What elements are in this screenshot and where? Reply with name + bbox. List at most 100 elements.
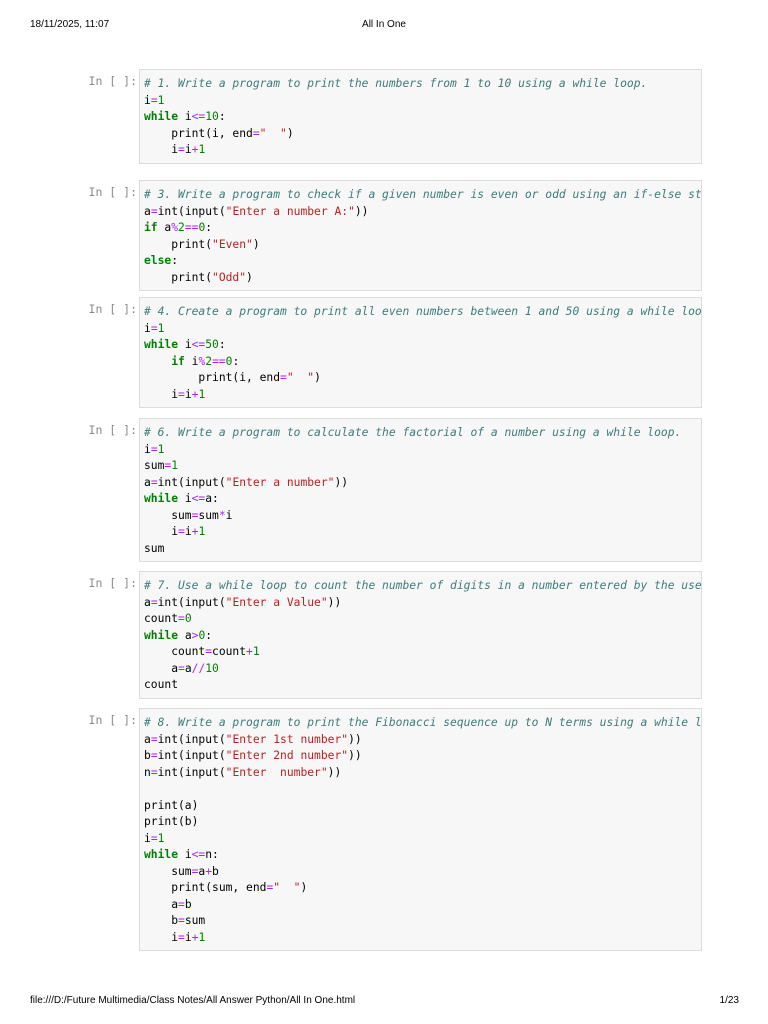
code-token: * [218, 508, 226, 522]
code-token: print( [144, 270, 213, 284]
code-line: sum=a+b [144, 864, 701, 881]
code-input-area[interactable]: # 6. Write a program to calculate the fa… [139, 418, 702, 562]
code-token: "Enter a number" [225, 475, 335, 489]
code-token: print(b) [144, 815, 199, 828]
code-token: = [178, 661, 185, 675]
code-token: i [178, 848, 192, 861]
code-token: ) [300, 881, 308, 894]
code-input-area[interactable]: # 8. Write a program to print the Fibona… [139, 708, 702, 951]
code-token: # 6. Write a program to calculate the fa… [144, 426, 682, 439]
code-token: <= [191, 110, 206, 123]
code-token: i [178, 492, 192, 505]
code-token: : [218, 338, 226, 351]
code-line: print(a) [144, 798, 701, 815]
code-input-area[interactable]: # 1. Write a program to print the number… [139, 69, 702, 164]
code-token: int(input( [157, 204, 226, 218]
code-line: else: [144, 253, 701, 270]
code-input-area[interactable]: # 7. Use a while loop to count the numbe… [139, 571, 702, 699]
code-token: i [178, 338, 192, 351]
code-token: # 3. Write a program to check if a given… [144, 188, 702, 201]
code-token: )) [354, 204, 369, 218]
code-token: % [171, 221, 179, 234]
code-token: ) [314, 371, 321, 384]
code-token: a [144, 595, 151, 609]
code-line: a=b [144, 897, 701, 914]
code-token: " " [259, 126, 287, 140]
code-token: 0 [184, 612, 192, 625]
code-token: i [144, 93, 151, 107]
code-token: a [144, 661, 179, 675]
code-token: = [150, 475, 158, 489]
code-token: while [144, 628, 179, 642]
code-token: a [144, 475, 151, 489]
code-token: ) [246, 270, 253, 284]
code-token: == [212, 354, 226, 368]
code-line: if i%2==0: [144, 354, 701, 371]
code-token: "Enter 1st number" [225, 732, 349, 746]
code-token: 10 [205, 110, 219, 123]
code-line: while i<=a: [144, 491, 701, 508]
code-token: 2 [178, 221, 185, 234]
code-token: = [205, 645, 213, 658]
code-line: b=int(input("Enter 2nd number")) [144, 748, 701, 765]
code-token: : [205, 628, 213, 642]
code-token: = [178, 897, 185, 911]
code-token: ) [286, 126, 294, 140]
code-line: a=int(input("Enter a number")) [144, 475, 701, 492]
code-line: i=i+1 [144, 387, 701, 404]
code-token: = [178, 525, 185, 538]
code-line: count=count+1 [144, 644, 701, 661]
code-token: "Enter 2nd number" [225, 749, 349, 762]
code-line: while i<=10: [144, 109, 701, 126]
code-token: 1 [198, 143, 206, 156]
code-token: : [232, 354, 240, 368]
code-line: print("Even") [144, 237, 701, 254]
code-token: 1 [198, 525, 206, 538]
file-path: file:///D:/Future Multimedia/Class Notes… [30, 995, 356, 1006]
code-line: i=1 [144, 442, 701, 459]
code-token: 1 [252, 645, 260, 658]
code-token: i [178, 110, 192, 123]
code-token: i [144, 831, 151, 845]
page-number: 1/23 [719, 995, 739, 1006]
code-token: = [178, 387, 185, 401]
code-token: // [191, 661, 206, 675]
code-token: i [184, 354, 199, 368]
code-line: a=int(input("Enter a Value")) [144, 595, 701, 612]
code-token: # 1. Write a program to print the number… [144, 77, 648, 90]
code-token: if [171, 354, 185, 368]
code-token: 1 [157, 321, 165, 335]
code-token: "Enter a Value" [225, 595, 328, 609]
code-token: count [144, 612, 179, 625]
code-line: sum=1 [144, 458, 701, 475]
code-token: "Odd" [212, 270, 247, 284]
code-token: while [144, 110, 179, 123]
code-line: # 4. Create a program to print all even … [144, 304, 701, 321]
code-line: n=int(input("Enter number")) [144, 765, 701, 782]
code-line: a=int(input("Enter a number A:")) [144, 204, 701, 221]
code-token: i [184, 387, 192, 401]
code-token: )) [334, 475, 349, 489]
code-line: if a%2==0: [144, 220, 701, 237]
code-token: i [184, 525, 192, 538]
code-line: # 8. Write a program to print the Fibona… [144, 715, 701, 732]
code-token: = [150, 442, 158, 456]
code-token: while [144, 338, 179, 351]
code-input-area[interactable]: # 4. Create a program to print all even … [139, 297, 702, 408]
cell-prompt: In [ ]: [88, 302, 137, 316]
code-line: print(i, end=" ") [144, 370, 701, 387]
code-input-area[interactable]: # 3. Write a program to check if a given… [139, 180, 702, 291]
code-token: b [212, 864, 219, 878]
code-token: )) [327, 595, 342, 609]
code-token: <= [191, 338, 206, 351]
code-token: = [178, 143, 185, 156]
code-token: : [218, 110, 226, 123]
code-token: sum [144, 864, 192, 878]
code-line: i=i+1 [144, 142, 701, 159]
code-line: while i<=50: [144, 337, 701, 354]
code-token: sum [144, 459, 165, 472]
code-token: = [150, 765, 158, 779]
code-token: 1 [157, 93, 165, 107]
code-token: i [144, 143, 179, 156]
